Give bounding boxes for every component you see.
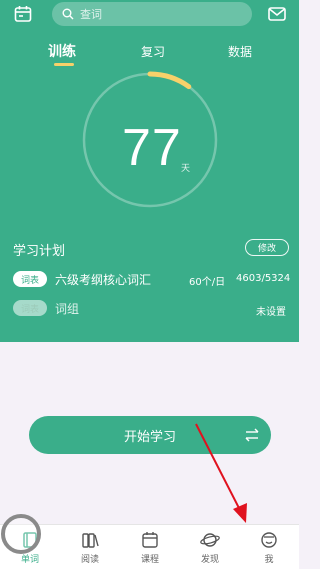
tab-review[interactable]: 复习 (141, 43, 165, 60)
tab-data[interactable]: 数据 (228, 43, 252, 60)
learn-progress: 4603/5324 (236, 273, 291, 284)
tab-training[interactable]: 训练 (48, 41, 76, 61)
search-placeholder: 查词 (80, 8, 102, 21)
reading-icon (82, 533, 99, 548)
search-icon (62, 8, 74, 20)
mail-icon[interactable] (267, 4, 287, 24)
nav-item-me[interactable]: 我 (249, 525, 289, 569)
planet-icon (200, 533, 220, 547)
nav-label-course: 课程 (140, 555, 159, 565)
calendar-icon[interactable] (13, 4, 33, 24)
start-learning-button[interactable]: 开始学习 (29, 416, 271, 454)
progress-arc (147, 71, 192, 90)
nav-label-reading: 阅读 (80, 555, 99, 565)
touch-indicator (1, 514, 41, 554)
edit-plan-button[interactable]: 修改 (245, 239, 289, 256)
nav-label-me: 我 (264, 555, 274, 565)
search-input[interactable]: 查词 (52, 2, 252, 26)
nav-label-words: 单词 (20, 555, 39, 565)
nav-item-course[interactable]: 课程 (130, 525, 170, 569)
phrase-name[interactable]: 词组 (55, 300, 79, 317)
switch-icon[interactable] (244, 427, 260, 443)
days-unit: 天 (181, 164, 191, 174)
words-per-day: 60个/日 (189, 277, 226, 288)
start-learning-label: 开始学习 (123, 429, 176, 445)
phrase-status: 未设置 (256, 307, 286, 318)
nav-item-discover[interactable]: 发现 (190, 525, 230, 569)
bottom-nav: 单词 阅读 课程 发现 我 (0, 524, 299, 569)
days-count: 77 (122, 119, 182, 177)
header-panel: 查词 训练 复习 数据 77 天 学习计划 修改 词表 六级考纲核心词汇 60个… (0, 0, 299, 342)
tab-underline (54, 63, 74, 66)
face-icon (261, 532, 277, 548)
plan-title: 学习计划 (13, 244, 66, 259)
book-name[interactable]: 六级考纲核心词汇 (55, 271, 151, 288)
nav-item-reading[interactable]: 阅读 (70, 525, 110, 569)
phrase-tag: 词表 (13, 300, 47, 316)
calendar-icon (142, 532, 158, 548)
nav-label-discover: 发现 (200, 555, 219, 565)
wordlist-tag: 词表 (13, 271, 47, 287)
